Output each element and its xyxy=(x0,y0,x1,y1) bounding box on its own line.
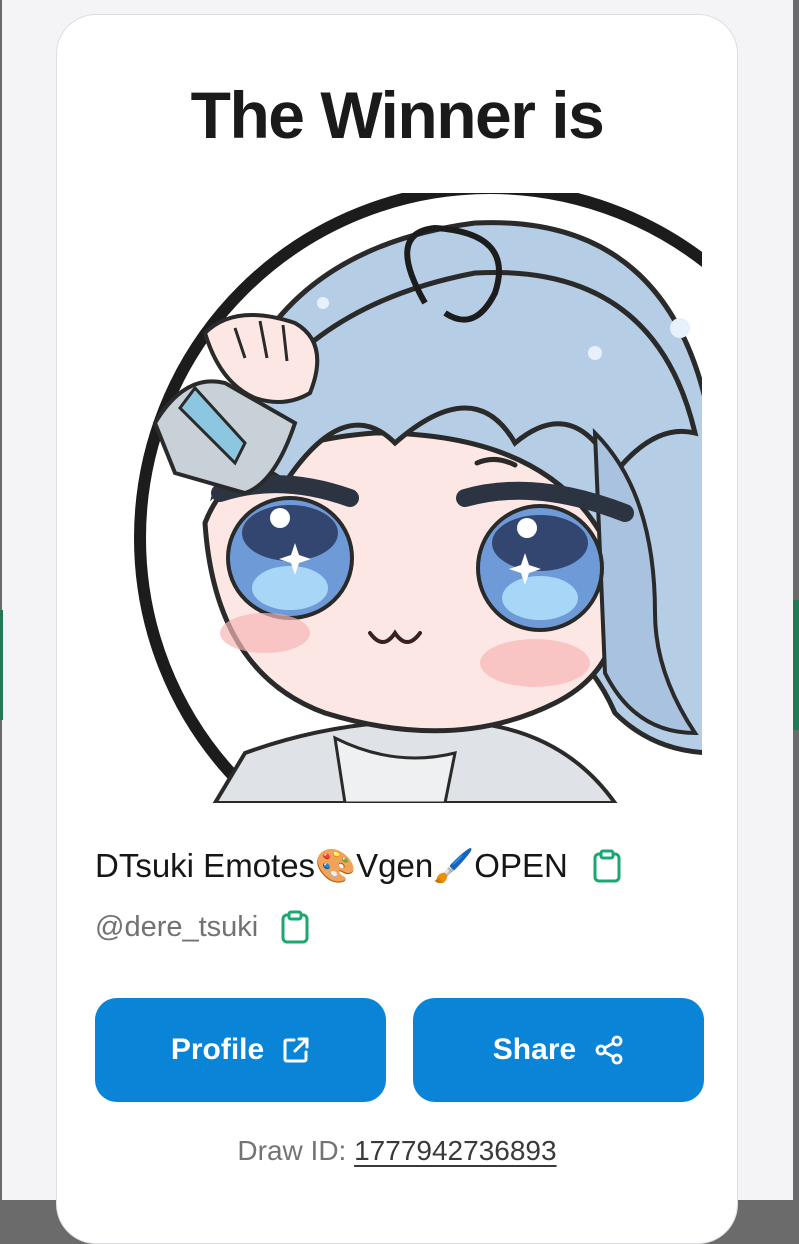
draw-id-link[interactable]: 1777942736893 xyxy=(354,1135,556,1166)
profile-button-label: Profile xyxy=(170,1033,265,1066)
winner-card: The Winner is DTsuki Emotes🎨Vgen🖌️OPEN @… xyxy=(56,14,738,1244)
share-icon xyxy=(595,1035,623,1065)
share-button[interactable]: Share xyxy=(413,998,704,1102)
winner-avatar xyxy=(95,193,702,803)
avatar-illustration xyxy=(134,193,702,803)
winner-handle: @dere_tsuki xyxy=(95,910,259,943)
winner-display-name: DTsuki Emotes🎨Vgen🖌️OPEN xyxy=(95,846,568,884)
draw-id-label: Draw ID: xyxy=(237,1135,347,1166)
right-edge-accent xyxy=(793,600,799,730)
clipboard-icon xyxy=(281,910,309,944)
copy-name-button[interactable] xyxy=(590,848,624,884)
display-name-row: DTsuki Emotes🎨Vgen🖌️OPEN xyxy=(95,843,624,889)
profile-button[interactable]: Profile xyxy=(95,998,386,1102)
left-edge-accent xyxy=(0,610,3,720)
clipboard-icon xyxy=(593,849,621,883)
draw-id-line: Draw ID: 1777942736893 xyxy=(57,1135,737,1167)
handle-row: @dere_tsuki xyxy=(95,907,312,947)
card-title: The Winner is xyxy=(190,78,605,152)
external-link-icon xyxy=(283,1037,309,1063)
share-button-label: Share xyxy=(492,1033,577,1066)
copy-handle-button[interactable] xyxy=(278,909,312,945)
